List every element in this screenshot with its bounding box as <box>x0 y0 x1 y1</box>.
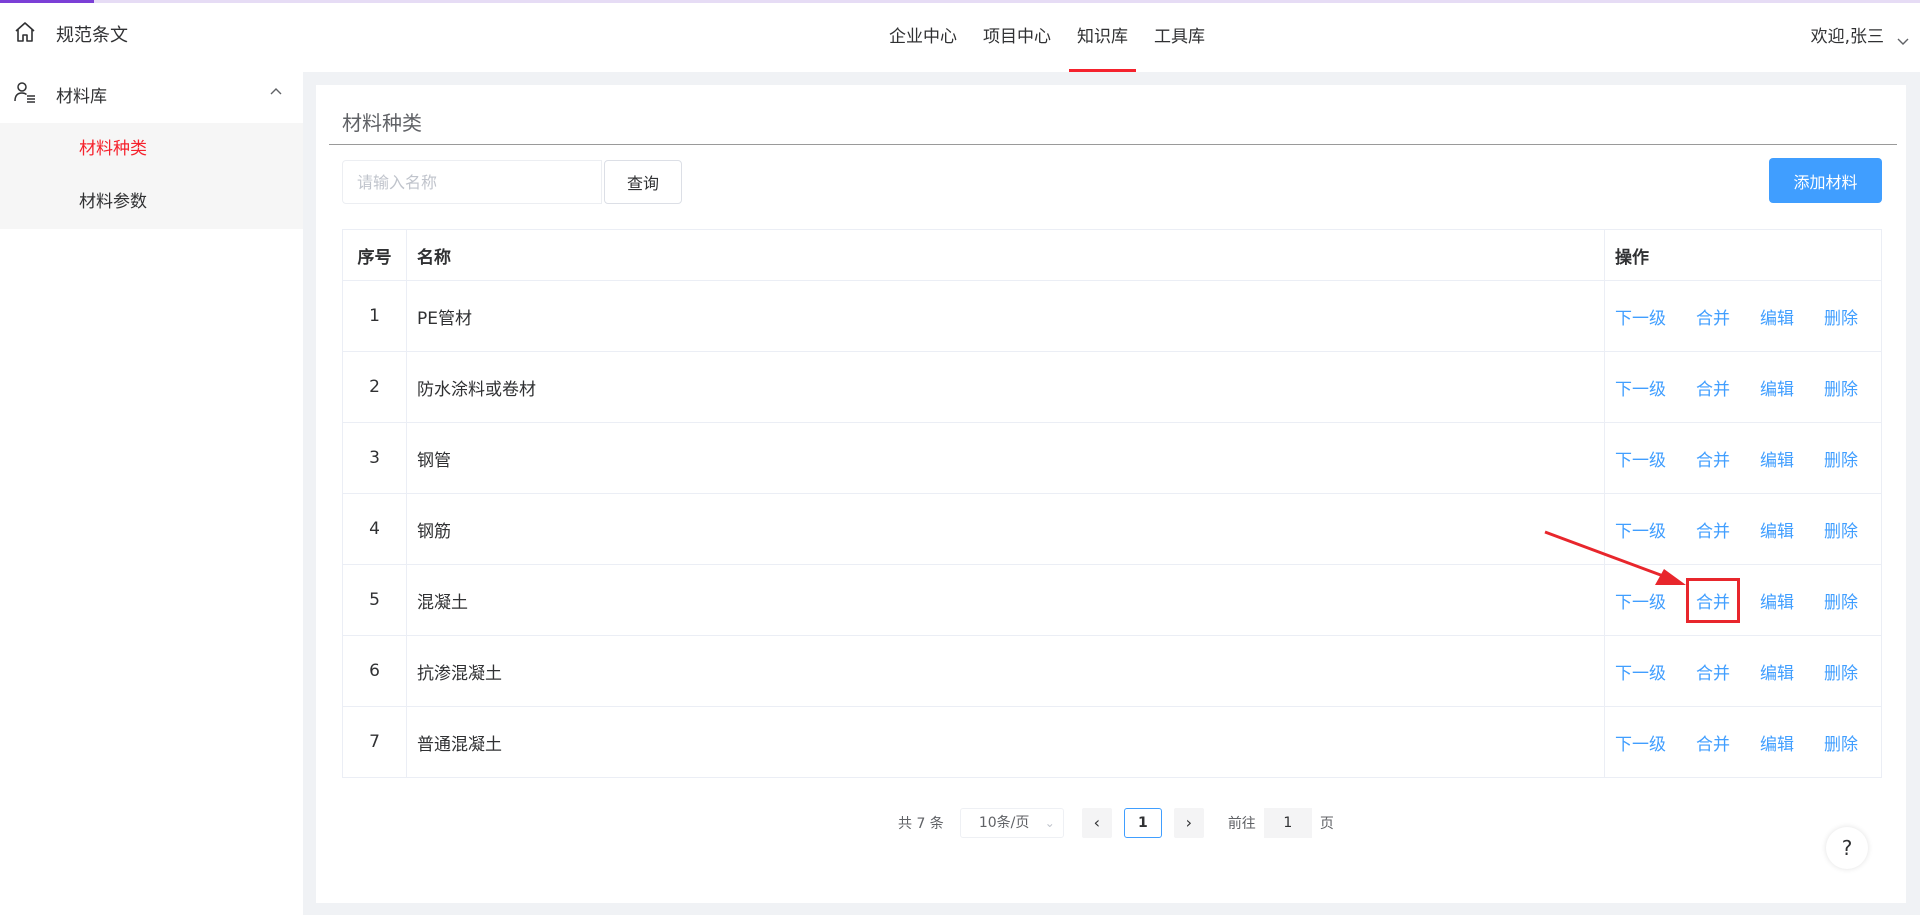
user-welcome-menu[interactable]: 欢迎,张三 <box>1811 3 1884 72</box>
row-index: 6 <box>342 635 407 707</box>
row-name: 混凝土 <box>406 564 1605 636</box>
op-edit-link[interactable]: 编辑 <box>1760 588 1794 613</box>
table-row: 7 普通混凝土 下一级 合并 编辑 删除 <box>342 706 1882 778</box>
pagination-total: 共 7 条 <box>898 816 944 832</box>
row-ops: 下一级 合并 编辑 删除 <box>1604 493 1882 565</box>
row-ops: 下一级 合并 编辑 删除 <box>1604 351 1882 423</box>
tab-enterprise-center[interactable]: 企业中心 <box>881 3 965 72</box>
op-next-level-link[interactable]: 下一级 <box>1615 730 1666 755</box>
user-list-icon <box>14 81 36 108</box>
add-material-button[interactable]: 添加材料 <box>1769 158 1882 203</box>
row-ops: 下一级 合并 编辑 删除 <box>1604 280 1882 352</box>
table-body: 1 PE管材 下一级 合并 编辑 删除 2 防水涂料或卷材 下一级 合并 编辑 删除 3 钢管 下一级 合并编… <box>342 280 1882 778</box>
op-merge-link[interactable]: 合并 <box>1696 446 1730 471</box>
tab-tool-library[interactable]: 工具库 <box>1146 3 1213 72</box>
op-next-level-link[interactable]: 下一级 <box>1615 375 1666 400</box>
row-index: 4 <box>342 493 407 565</box>
row-index: 5 <box>342 564 407 636</box>
top-nav: 企业中心 项目中心 知识库 工具库 <box>881 3 1223 72</box>
tab-project-center[interactable]: 项目中心 <box>975 3 1059 72</box>
op-delete-link[interactable]: 删除 <box>1824 517 1858 542</box>
op-merge-link[interactable]: 合并 <box>1696 659 1730 684</box>
row-name: 钢筋 <box>406 493 1605 565</box>
op-delete-link[interactable]: 删除 <box>1824 659 1858 684</box>
op-merge-link[interactable]: 合并 <box>1696 730 1730 755</box>
row-name: 钢管 <box>406 422 1605 494</box>
row-name: 抗渗混凝土 <box>406 635 1605 707</box>
row-index: 2 <box>342 351 407 423</box>
op-delete-link[interactable]: 删除 <box>1824 446 1858 471</box>
materials-table: 序号 名称 操作 1 PE管材 下一级 合并 编辑 删除 2 防水涂料或卷材 下一级 合并 编辑 删除… <box>342 229 1882 778</box>
op-delete-link[interactable]: 删除 <box>1824 730 1858 755</box>
sidebar-item-regulations[interactable]: 规范条文 <box>0 3 303 65</box>
chevron-down-icon: ⌄ <box>1044 816 1055 830</box>
op-merge-link[interactable]: 合并 <box>1686 577 1740 623</box>
sidebar-submenu: 材料种类 材料参数 <box>0 123 303 229</box>
op-merge-link[interactable]: 合并 <box>1696 304 1730 329</box>
next-page-button[interactable]: › <box>1173 808 1204 838</box>
op-edit-link[interactable]: 编辑 <box>1760 446 1794 471</box>
op-edit-link[interactable]: 编辑 <box>1760 659 1794 684</box>
op-next-level-link[interactable]: 下一级 <box>1615 659 1666 684</box>
header-index: 序号 <box>342 229 407 281</box>
main-panel: 材料种类 查询 添加材料 序号 名称 操作 1PE管材下一级合并编辑删除2防水涂… <box>316 85 1906 903</box>
page-number-current[interactable]: 1 <box>1123 808 1162 838</box>
chevron-down-icon[interactable] <box>1896 33 1910 53</box>
chevron-up-icon <box>269 84 283 104</box>
op-next-level-link[interactable]: 下一级 <box>1615 517 1666 542</box>
row-ops: 下一级 合并 编辑 删除 <box>1604 422 1882 494</box>
table-row: 6 抗渗混凝土 下一级 合并 编辑 删除 <box>342 635 1882 707</box>
goto-label: 前往 <box>1227 816 1256 832</box>
home-icon <box>14 21 36 48</box>
search-input[interactable] <box>342 160 602 204</box>
table-header-row: 序号 名称 操作 <box>342 229 1882 281</box>
row-index: 3 <box>342 422 407 494</box>
page-title: 材料种类 <box>342 111 422 135</box>
op-next-level-link[interactable]: 下一级 <box>1615 446 1666 471</box>
op-edit-link[interactable]: 编辑 <box>1760 730 1794 755</box>
top-header: 企业中心 项目中心 知识库 工具库 欢迎,张三 <box>303 3 1920 72</box>
page-size-select[interactable]: 10条/页 ⌄ <box>959 808 1064 838</box>
row-name: 普通混凝土 <box>406 706 1605 778</box>
row-index: 1 <box>342 280 407 352</box>
table-row: 2 防水涂料或卷材 下一级 合并 编辑 删除 <box>342 351 1882 423</box>
row-ops: 下一级 合并 编辑 删除 <box>1604 564 1882 636</box>
help-button[interactable]: ? <box>1826 827 1868 869</box>
header-ops: 操作 <box>1604 229 1882 281</box>
op-edit-link[interactable]: 编辑 <box>1760 517 1794 542</box>
row-name: 防水涂料或卷材 <box>406 351 1605 423</box>
table-row: 4 钢筋 下一级 合并 编辑 删除 <box>342 493 1882 565</box>
op-delete-link[interactable]: 删除 <box>1824 375 1858 400</box>
op-next-level-link[interactable]: 下一级 <box>1615 588 1666 613</box>
sidebar-item-label: 规范条文 <box>56 25 128 46</box>
table-row: 3 钢管 下一级 合并 编辑 删除 <box>342 422 1882 494</box>
sidebar: 规范条文 材料库 材料种类 材料参数 <box>0 3 303 915</box>
prev-page-button[interactable]: ‹ <box>1081 808 1112 838</box>
op-merge-link[interactable]: 合并 <box>1696 375 1730 400</box>
pagination: 共 7 条 10条/页 ⌄ ‹ 1 › 前往 页 <box>898 807 1334 839</box>
op-merge-link[interactable]: 合并 <box>1696 517 1730 542</box>
page-unit-label: 页 <box>1319 816 1334 832</box>
op-edit-link[interactable]: 编辑 <box>1760 304 1794 329</box>
row-name: PE管材 <box>406 280 1605 352</box>
op-delete-link[interactable]: 删除 <box>1824 588 1858 613</box>
row-ops: 下一级 合并 编辑 删除 <box>1604 706 1882 778</box>
op-delete-link[interactable]: 删除 <box>1824 304 1858 329</box>
sidebar-group-label: 材料库 <box>56 86 107 107</box>
page-size-value: 10条/页 <box>978 815 1030 831</box>
sidebar-item-material-types[interactable]: 材料种类 <box>0 123 303 176</box>
op-next-level-link[interactable]: 下一级 <box>1615 304 1666 329</box>
table-row: 5 混凝土 下一级 合并 编辑 删除 <box>342 564 1882 636</box>
sidebar-item-material-params[interactable]: 材料参数 <box>0 176 303 229</box>
row-ops: 下一级 合并 编辑 删除 <box>1604 635 1882 707</box>
goto-page-input[interactable] <box>1263 808 1312 838</box>
op-edit-link[interactable]: 编辑 <box>1760 375 1794 400</box>
table-row: 1 PE管材 下一级 合并 编辑 删除 <box>342 280 1882 352</box>
tab-knowledge-base[interactable]: 知识库 <box>1069 3 1136 72</box>
title-divider <box>329 144 1897 145</box>
sidebar-group-materials[interactable]: 材料库 <box>0 65 303 123</box>
search-button[interactable]: 查询 <box>604 160 682 204</box>
row-index: 7 <box>342 706 407 778</box>
header-name: 名称 <box>406 229 1605 281</box>
